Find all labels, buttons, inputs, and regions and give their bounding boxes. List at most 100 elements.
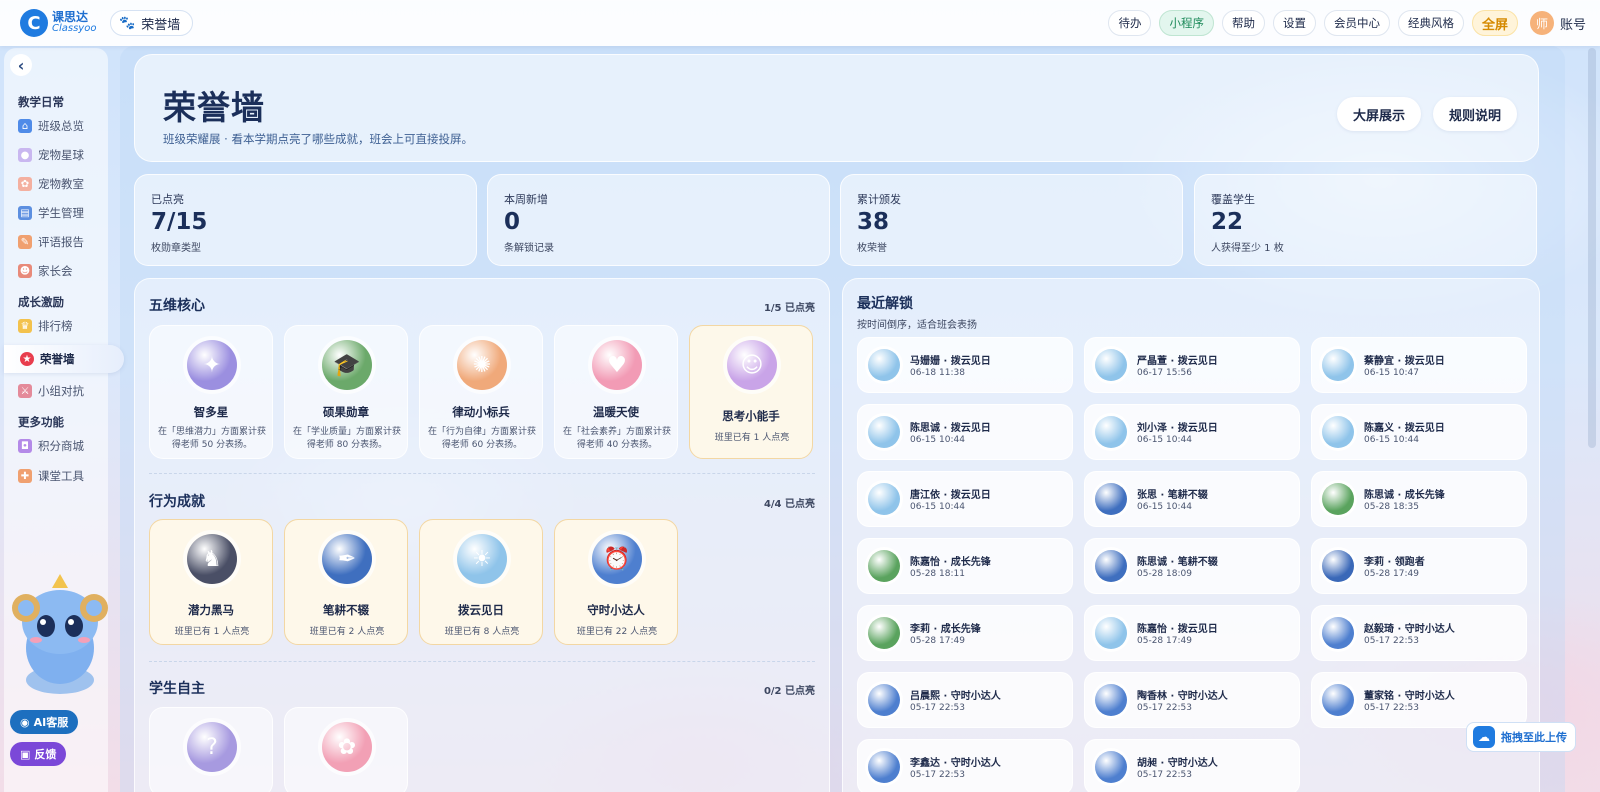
- stat-value: 0: [504, 209, 521, 235]
- recent-unlock-item[interactable]: 刘小泽 · 拨云见日 06-15 10:44: [1084, 404, 1300, 460]
- graduation-cap-icon: 🎓: [322, 340, 372, 390]
- recent-unlock-item[interactable]: 李鑫达 · 守时小达人 05-17 22:53: [857, 739, 1073, 792]
- badge-card[interactable]: ⏰ 守时小达人 班里已有 22 人点亮: [554, 519, 678, 645]
- recent-unlock-item[interactable]: 严晶萱 · 拨云见日 06-17 15:56: [1084, 337, 1300, 393]
- recent-unlock-item[interactable]: 陈思诚 · 成长先锋 05-28 18:35: [1311, 471, 1527, 527]
- unlock-title: 唐江依 · 拨云见日: [910, 490, 991, 501]
- nav-membership-button[interactable]: 会员中心: [1323, 10, 1390, 36]
- app-logo[interactable]: C 课思达 Classyoo: [20, 9, 106, 37]
- sidebar-item-honor-wall[interactable]: ★ 荣誉墙: [4, 345, 124, 373]
- sidebar-item-pet-planet[interactable]: ● 宠物星球: [18, 145, 114, 165]
- sidebar-item-parent-meeting[interactable]: ☻ 家长会: [18, 261, 114, 281]
- badge-card[interactable]: ✺ 律动小标兵 在「行为自律」方面累计获得老师 60 分表扬。: [419, 325, 543, 459]
- heart-icon: ♥: [592, 340, 642, 390]
- recent-unlock-item[interactable]: 陈思诚 · 笔耕不辍 05-28 18:09: [1084, 538, 1300, 594]
- badge-card[interactable]: 🎓 硕果勋章 在「学业质量」方面累计获得老师 80 分表扬。: [284, 325, 408, 459]
- chat-bubble-icon: ▣: [20, 747, 31, 761]
- unlock-title: 董家铭 · 守时小达人: [1364, 691, 1455, 702]
- stat-card-total-issued: 累计颁发 38 枚荣誉: [840, 174, 1183, 266]
- badge-description: 班里已有 2 人点亮: [309, 627, 385, 637]
- recent-unlock-item[interactable]: 马姗姗 · 拨云见日 06-18 11:38: [857, 337, 1073, 393]
- sprout-icon: [1322, 483, 1354, 515]
- big-screen-button[interactable]: 大屏展示: [1337, 97, 1422, 131]
- recent-unlock-item[interactable]: 胡昶 · 守时小达人 05-17 22:53: [1084, 739, 1300, 792]
- main-content: 荣誉墙 班级荣耀展 · 看本学期点亮了哪些成就，班会上可直接投屏。 大屏展示 规…: [120, 46, 1565, 792]
- recent-unlock-item[interactable]: 赵毅琦 · 守时小达人 05-17 22:53: [1311, 605, 1527, 661]
- fullscreen-button[interactable]: 全屏: [1471, 10, 1518, 36]
- rules-button[interactable]: 规则说明: [1433, 97, 1518, 131]
- top-nav: 待办 小程序 帮助 设置 会员中心 经典风格 全屏 师 账号: [1108, 10, 1586, 36]
- recent-unlock-item[interactable]: 吕晨熙 · 守时小达人 05-17 22:53: [857, 672, 1073, 728]
- recent-unlock-item[interactable]: 董家铭 · 守时小达人 05-17 22:53: [1311, 672, 1527, 728]
- badge-card[interactable]: ✒ 笔耕不辍 班里已有 2 人点亮: [284, 519, 408, 645]
- unlock-title: 蔡静宜 · 拨云见日: [1364, 356, 1445, 367]
- badge-card[interactable]: ✦ 智多星 在「思维潜力」方面累计获得老师 50 分表扬。: [149, 325, 273, 459]
- nav-classic-style-button[interactable]: 经典风格: [1397, 10, 1464, 36]
- badge-card[interactable]: ☀ 拨云见日 班里已有 8 人点亮: [419, 519, 543, 645]
- badge-description: 在「学业质量」方面累计获得老师 80 分表扬。: [292, 427, 401, 450]
- report-icon: ✎: [18, 235, 32, 249]
- recent-unlock-item[interactable]: 唐江依 · 拨云见日 06-15 10:44: [857, 471, 1073, 527]
- current-page-label: 荣誉墙: [141, 17, 181, 33]
- sidebar-item-class-overview[interactable]: ⌂ 班级总览: [18, 116, 114, 136]
- unlock-title: 赵毅琦 · 守时小达人: [1364, 624, 1455, 635]
- recent-unlock-item[interactable]: 李莉 · 成长先锋 05-28 17:49: [857, 605, 1073, 661]
- badge-card[interactable]: ✿: [284, 707, 408, 792]
- sidebar-item-class-tools[interactable]: ✚ 课堂工具: [18, 466, 114, 486]
- badge-description: 班里已有 1 人点亮: [174, 627, 250, 637]
- group-progress: 1/5 已点亮: [763, 303, 815, 314]
- drag-upload-button[interactable]: ☁ 拖拽至此上传: [1466, 722, 1576, 752]
- nav-settings-button[interactable]: 设置: [1272, 10, 1316, 36]
- recent-unlock-item[interactable]: 张思 · 笔耕不辍 06-15 10:44: [1084, 471, 1300, 527]
- unlock-time: 05-17 22:53: [910, 703, 965, 713]
- stat-card-new-this-week: 本周新增 0 条解锁记录: [487, 174, 830, 266]
- group-progress: 0/2 已点亮: [763, 686, 815, 697]
- badge-description: 在「行为自律」方面累计获得老师 60 分表扬。: [427, 427, 536, 450]
- recent-unlock-item[interactable]: 李莉 · 领跑者 05-28 17:49: [1311, 538, 1527, 594]
- page-scrollbar[interactable]: [1588, 48, 1596, 448]
- unlock-time: 05-28 17:49: [1364, 569, 1419, 579]
- recent-unlock-item[interactable]: 陈嘉怡 · 成长先锋 05-28 18:11: [857, 538, 1073, 594]
- account-menu[interactable]: 师 账号: [1529, 11, 1586, 35]
- recent-unlock-item[interactable]: 陶香林 · 守时小达人 05-17 22:53: [1084, 672, 1300, 728]
- badge-name: 拨云见日: [458, 603, 504, 617]
- badge-card[interactable]: ♞ 潜力黑马 班里已有 1 人点亮: [149, 519, 273, 645]
- unlock-title: 陶香林 · 守时小达人: [1137, 691, 1228, 702]
- sidebar-item-student-management[interactable]: ▤ 学生管理: [18, 203, 114, 223]
- sidebar-item-points-mall[interactable]: ◘ 积分商城: [18, 436, 114, 456]
- collapse-sidebar-button[interactable]: ‹: [10, 54, 32, 76]
- star-icon: ★: [20, 352, 34, 366]
- sidebar-item-group-battle[interactable]: ⚔ 小组对抗: [18, 381, 114, 401]
- unlock-title: 李鑫达 · 守时小达人: [910, 758, 1001, 769]
- unlock-time: 05-17 22:53: [1364, 636, 1419, 646]
- nav-help-button[interactable]: 帮助: [1221, 10, 1265, 36]
- badge-card[interactable]: ☺ 思考小能手 班里已有 1 人点亮: [689, 325, 813, 459]
- horse-icon: ♞: [187, 534, 237, 584]
- ai-support-button[interactable]: ◉ AI客服: [10, 710, 79, 734]
- unlock-time: 06-15 10:47: [1364, 368, 1419, 378]
- unlock-title: 严晶萱 · 拨云见日: [1137, 356, 1218, 367]
- brain-icon: ✦: [187, 340, 237, 390]
- unlock-title: 陈嘉怡 · 成长先锋: [910, 557, 991, 568]
- unlock-time: 05-17 22:53: [1137, 703, 1192, 713]
- alarm-clock-icon: [1322, 617, 1354, 649]
- badge-card[interactable]: ?: [149, 707, 273, 792]
- nav-todo-button[interactable]: 待办: [1108, 10, 1152, 36]
- badge-card[interactable]: ♥ 温暖天使 在「社会素养」方面累计获得老师 40 分表扬。: [554, 325, 678, 459]
- sun-cloud-icon: ☀: [457, 534, 507, 584]
- current-page-chip[interactable]: 🐾 荣誉墙: [110, 10, 194, 36]
- unlock-time: 06-15 10:44: [1137, 435, 1192, 445]
- badge-description: 班里已有 1 人点亮: [714, 433, 790, 443]
- sidebar-item-leaderboard[interactable]: ♛ 排行榜: [18, 316, 114, 336]
- recent-unlock-item[interactable]: 陈嘉义 · 拨云见日 06-15 10:44: [1311, 404, 1527, 460]
- sidebar-item-pet-classroom[interactable]: ✿ 宠物教室: [18, 174, 114, 194]
- unlock-time: 05-17 22:53: [1364, 703, 1419, 713]
- recent-unlock-item[interactable]: 蔡静宜 · 拨云见日 06-15 10:47: [1311, 337, 1527, 393]
- alarm-clock-icon: [1095, 751, 1127, 783]
- recent-unlock-item[interactable]: 陈思诚 · 拨云见日 06-15 10:44: [857, 404, 1073, 460]
- recent-unlock-item[interactable]: 陈嘉怡 · 拨云见日 05-28 17:49: [1084, 605, 1300, 661]
- sidebar-item-comment-report[interactable]: ✎ 评语报告: [18, 232, 114, 252]
- feedback-button[interactable]: ▣ 反馈: [10, 742, 67, 766]
- nav-miniprogram-button[interactable]: 小程序: [1159, 10, 1214, 36]
- sprout-icon: [868, 550, 900, 582]
